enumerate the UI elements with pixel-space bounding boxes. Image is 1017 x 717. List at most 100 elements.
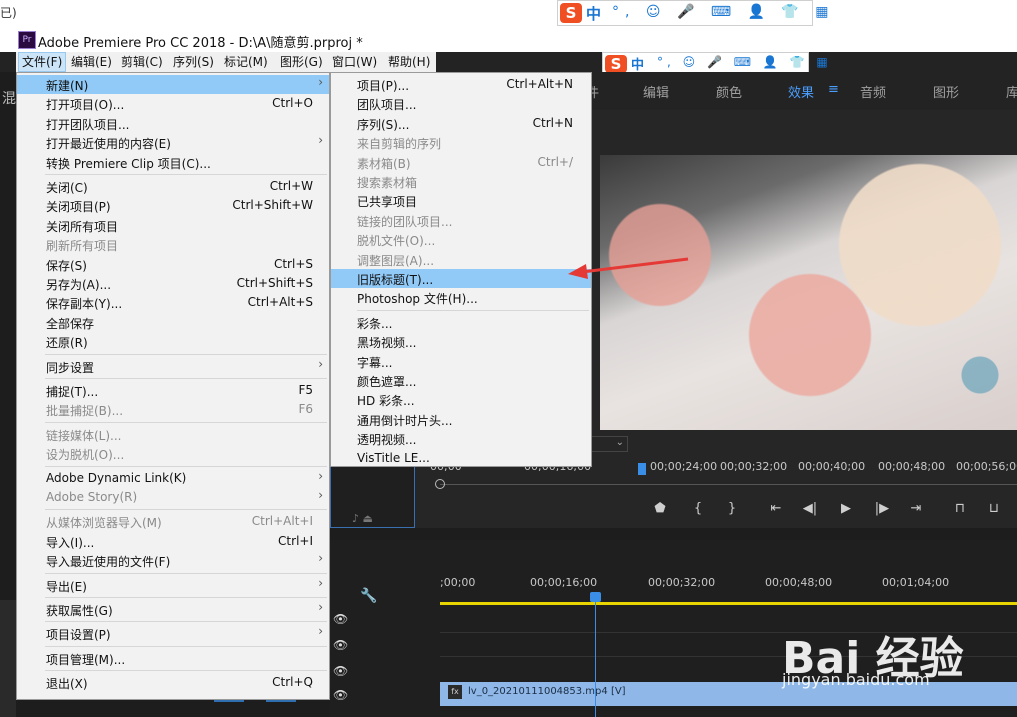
chevron-right-icon: ›	[318, 624, 323, 639]
file-menu-item[interactable]: 还原(R)	[17, 332, 329, 351]
menu-help[interactable]: 帮助(H)	[385, 52, 433, 72]
menu-item-label: 导出(E)	[46, 579, 87, 594]
menu-separator	[45, 670, 327, 672]
menu-item-label: Adobe Dynamic Link(K)	[46, 470, 187, 485]
file-menu-item[interactable]: 打开项目(O)... Ctrl+O	[17, 94, 329, 113]
play-icon[interactable]: ▶	[836, 496, 856, 522]
step-back-icon[interactable]: ◀|	[800, 496, 820, 522]
timeline-time-ruler[interactable]: ;00;00 00;00;16;00 00;00;32;00 00;00;48;…	[440, 576, 1017, 596]
sogou-logo-icon: S	[605, 55, 627, 73]
menu-item-label: 搜索素材箱	[357, 176, 418, 190]
file-menu-item[interactable]: Adobe Dynamic Link(K) ›	[17, 469, 329, 488]
menu-item-shortcut: Ctrl+W	[269, 179, 313, 193]
workspace-tab-graphics[interactable]: 图形	[933, 82, 959, 101]
file-menu-item[interactable]: 获取属性(G) ›	[17, 600, 329, 619]
out-point-icon[interactable]: }	[722, 496, 742, 522]
new-submenu-item[interactable]: VisTitle LE...	[331, 449, 591, 468]
chevron-right-icon: ›	[318, 75, 323, 89]
workspace-tab-libraries[interactable]: 库	[1006, 82, 1017, 101]
menu-marker[interactable]: 标记(M)	[221, 52, 271, 72]
file-menu-item[interactable]: 导入最近使用的文件(F) ›	[17, 551, 329, 570]
transport-controls: ⬟ { } ⇤ ◀| ▶ |▶ ⇥ ⊓ ⊔	[640, 496, 1017, 522]
menu-file[interactable]: 文件(F)	[18, 52, 67, 72]
menu-window[interactable]: 窗口(W)	[329, 52, 380, 72]
hamburger-icon[interactable]: ≡	[828, 82, 839, 97]
watermark-url: jingyan.baidu.com	[782, 670, 930, 689]
ime-tool-icons[interactable]: °, ☺ 🎤 ⌨ 👤 👕 ▦	[657, 55, 832, 69]
workspace-tab-audio[interactable]: 音频	[860, 82, 886, 101]
menu-sequence[interactable]: 序列(S)	[170, 52, 217, 72]
go-to-in-icon[interactable]: ⇤	[766, 496, 786, 522]
scrubber-bar[interactable]	[440, 484, 1017, 485]
file-menu-item[interactable]: 同步设置 ›	[17, 357, 329, 376]
file-menu-item[interactable]: 关闭所有项目	[17, 216, 329, 235]
file-menu-item[interactable]: 项目设置(P) ›	[17, 624, 329, 643]
menu-item-label: 项目管理(M)...	[46, 652, 126, 667]
left-panel-tab[interactable]: 混	[2, 88, 16, 108]
monitor-dropdown[interactable]: ⌄	[590, 436, 628, 452]
marker-icon[interactable]: ⬟	[650, 496, 670, 522]
menu-clip[interactable]: 剪辑(C)	[118, 52, 166, 72]
new-submenu-item[interactable]: 团队项目...	[331, 94, 591, 113]
new-submenu-item[interactable]: HD 彩条...	[331, 390, 591, 409]
new-submenu-item[interactable]: 字幕...	[331, 352, 591, 371]
menu-item-shortcut: Ctrl+Shift+W	[232, 198, 313, 213]
workspace-tab-edit[interactable]: 编辑	[643, 82, 669, 101]
file-menu-item[interactable]: 关闭项目(P) Ctrl+Shift+W	[17, 196, 329, 215]
lift-icon[interactable]: ⊓	[950, 496, 970, 522]
new-submenu-item[interactable]: 旧版标题(T)...	[331, 269, 591, 288]
eye-icon[interactable]: 👁	[333, 612, 348, 626]
new-submenu-item[interactable]: 黑场视频...	[331, 332, 591, 351]
file-menu-item[interactable]: 转换 Premiere Clip 项目(C)...	[17, 153, 329, 172]
new-submenu-item: 调整图层(A)...	[331, 250, 591, 269]
file-menu-item[interactable]: 打开团队项目...	[17, 114, 329, 133]
new-submenu-item[interactable]: 项目(P)... Ctrl+Alt+N	[331, 75, 591, 94]
file-menu-item[interactable]: 保存副本(Y)... Ctrl+Alt+S	[17, 293, 329, 312]
chevron-right-icon: ›	[318, 468, 323, 483]
file-menu-item[interactable]: 项目管理(M)...	[17, 649, 329, 668]
new-submenu-item[interactable]: 彩条...	[331, 313, 591, 332]
step-forward-icon[interactable]: |▶	[872, 496, 892, 522]
new-submenu-item[interactable]: 序列(S)... Ctrl+N	[331, 114, 591, 133]
ime-mode-label[interactable]: 中	[586, 3, 601, 24]
ime-toolbar-top[interactable]: S 中 °, ☺ 🎤 ⌨ 👤 👕 ▦	[557, 0, 828, 26]
eye-icon[interactable]: 👁	[333, 664, 348, 678]
go-to-out-icon[interactable]: ⇥	[906, 496, 926, 522]
new-submenu-item[interactable]: Photoshop 文件(H)...	[331, 288, 591, 307]
menu-item-label: 打开团队项目...	[46, 117, 130, 132]
timeline-playhead[interactable]	[590, 592, 601, 602]
extract-icon[interactable]: ⊔	[984, 496, 1004, 522]
ruler-tick: 00;01;04;00	[882, 576, 950, 589]
file-menu-item[interactable]: 保存(S) Ctrl+S	[17, 255, 329, 274]
file-menu-item[interactable]: 另存为(A)... Ctrl+Shift+S	[17, 274, 329, 293]
file-menu-item[interactable]: 导出(E) ›	[17, 576, 329, 595]
zoom-handle-icon[interactable]	[435, 479, 445, 489]
file-menu-item[interactable]: 全部保存	[17, 313, 329, 332]
file-menu-dropdown: 新建(N) › 打开项目(O)... Ctrl+O 打开团队项目... 打开最近使用的内容…	[16, 72, 330, 700]
ime-tool-icons[interactable]: °, ☺ 🎤 ⌨ 👤 👕 ▦	[612, 4, 834, 20]
new-submenu-item[interactable]: 透明视频...	[331, 429, 591, 448]
file-menu-item[interactable]: 导入(I)... Ctrl+I	[17, 532, 329, 551]
ruler-tick: 00;00;48;00	[878, 460, 946, 473]
file-menu-item[interactable]: 捕捉(T)... F5	[17, 381, 329, 400]
new-submenu-item[interactable]: 已共享项目	[331, 191, 591, 210]
wrench-icon[interactable]: 🔧	[360, 588, 377, 604]
file-menu-item[interactable]: 关闭(C) Ctrl+W	[17, 177, 329, 196]
menu-item-label: Adobe Story(R)	[46, 490, 138, 504]
menu-graphics[interactable]: 图形(G)	[277, 52, 326, 72]
ime-mode-label[interactable]: 中	[631, 54, 644, 73]
file-menu-item[interactable]: 打开最近使用的内容(E) ›	[17, 133, 329, 152]
file-menu-item: 批量捕捉(B)... F6	[17, 400, 329, 419]
in-point-icon[interactable]: {	[688, 496, 708, 522]
program-playhead[interactable]	[638, 463, 646, 475]
menu-item-label: 素材箱(B)	[357, 156, 411, 171]
new-submenu-item[interactable]: 颜色遮罩...	[331, 371, 591, 390]
file-menu-item[interactable]: 退出(X) Ctrl+Q	[17, 673, 329, 692]
workspace-tab-color[interactable]: 颜色	[716, 82, 742, 101]
workspace-tab-effects[interactable]: 效果	[788, 82, 814, 101]
eye-icon[interactable]: 👁	[333, 688, 348, 702]
menu-edit[interactable]: 编辑(E)	[68, 52, 115, 72]
new-submenu-item[interactable]: 通用倒计时片头...	[331, 410, 591, 429]
eye-icon[interactable]: 👁	[333, 638, 348, 652]
file-menu-item[interactable]: 新建(N) ›	[17, 75, 329, 94]
